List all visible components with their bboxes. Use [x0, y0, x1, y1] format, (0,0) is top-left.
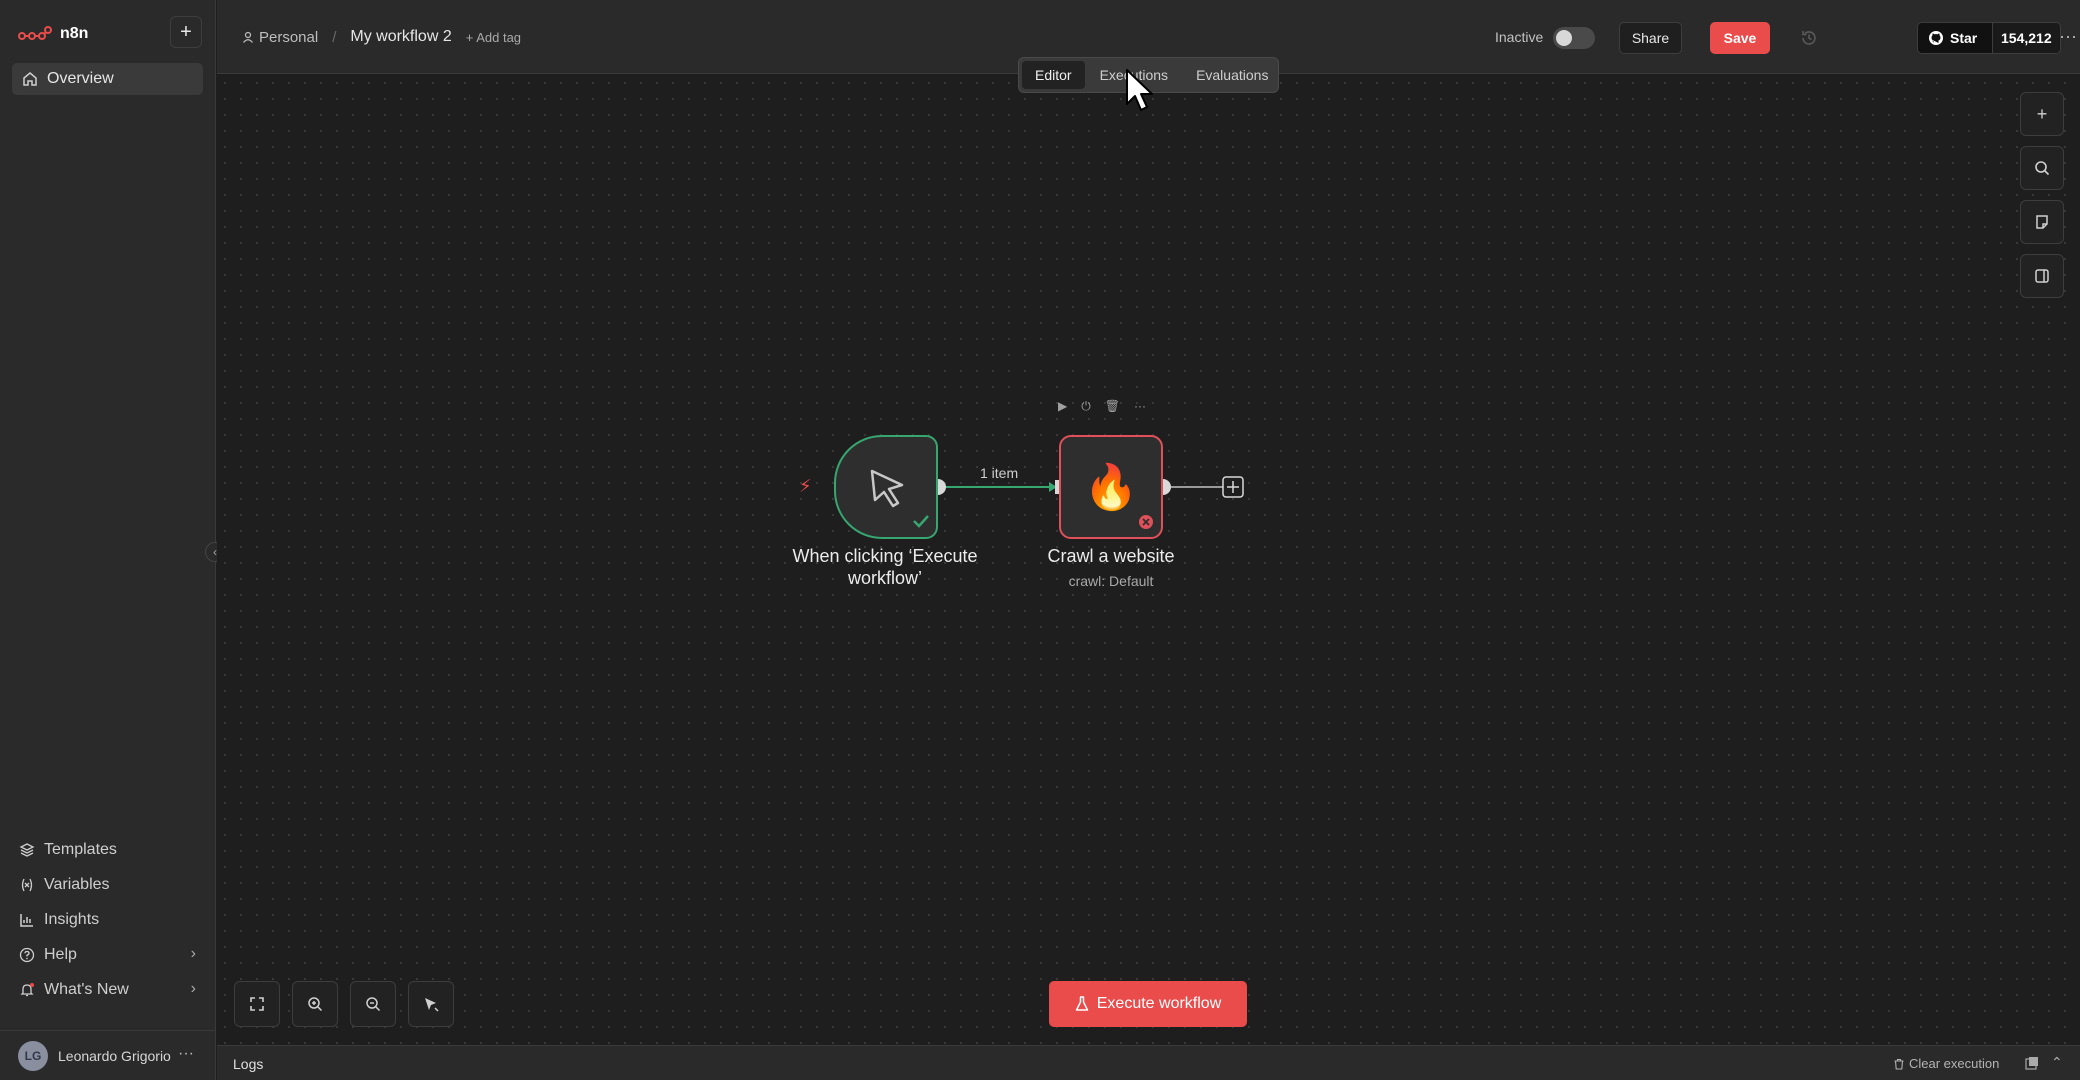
trash-icon: [1894, 1058, 1904, 1070]
more-horizontal-icon[interactable]: ···: [2059, 26, 2077, 47]
share-button[interactable]: Share: [1619, 22, 1682, 54]
avatar: LG: [18, 1040, 48, 1071]
tidy-up-button[interactable]: [408, 981, 454, 1027]
execute-workflow-label: Execute workflow: [1096, 995, 1222, 1012]
templates-icon: [19, 842, 35, 857]
chevron-right-icon: ›: [190, 945, 196, 962]
breadcrumb-separator: /: [332, 28, 337, 46]
add-node-button[interactable]: +: [2020, 92, 2064, 136]
sidebar-item-overview[interactable]: Overview: [12, 63, 203, 95]
zoom-out-button[interactable]: [350, 981, 396, 1027]
node-crawl-website[interactable]: 🔥: [1059, 435, 1163, 539]
sidebar-item-templates[interactable]: Templates: [12, 832, 202, 867]
save-button[interactable]: Save: [1710, 22, 1770, 54]
sidebar-item-label: Help: [44, 945, 77, 963]
breadcrumb: Personal / My workflow 2 + Add tag: [242, 28, 521, 46]
sidebar-item-label: Variables: [44, 875, 110, 893]
mouse-cursor-icon: [1126, 69, 1153, 111]
project-link[interactable]: Personal: [242, 29, 318, 46]
flask-icon: [1075, 996, 1088, 1011]
more-horizontal-icon[interactable]: ···: [178, 1045, 194, 1063]
home-icon: [23, 72, 37, 86]
logs-panel[interactable]: Logs Clear execution ⌃: [217, 1045, 2080, 1080]
pop-out-icon[interactable]: [2025, 1056, 2039, 1070]
logo[interactable]: n8n: [18, 22, 88, 46]
sidebar-item-help[interactable]: Help ›: [12, 937, 202, 972]
firecrawl-icon: 🔥: [1083, 463, 1139, 512]
project-name: Personal: [259, 28, 319, 46]
power-icon[interactable]: ⏻: [1081, 399, 1091, 414]
create-button[interactable]: +: [170, 16, 202, 48]
zoom-to-fit-button[interactable]: [234, 981, 280, 1027]
search-nodes-button[interactable]: [2020, 146, 2064, 190]
zoom-in-icon: [308, 997, 323, 1012]
chevron-up-icon[interactable]: ⌃: [2051, 1054, 2063, 1071]
plus-icon: +: [180, 20, 192, 43]
node-toolbar: ▶ ⏻ 🗑 ···: [1058, 399, 1146, 414]
logs-label: Logs: [233, 1056, 264, 1072]
sidebar-item-insights[interactable]: Insights: [12, 902, 202, 937]
clear-execution-label: Clear execution: [1909, 1056, 2000, 1071]
sidebar-item-label: Overview: [47, 70, 114, 87]
sidebar: n8n + Overview Templates Variables Insig…: [0, 0, 216, 1080]
github-star: Star: [1918, 23, 1992, 53]
node-label: When clicking ‘Execute workflow’: [792, 546, 978, 588]
variables-icon: [21, 878, 33, 891]
search-icon: [2035, 161, 2050, 176]
tab-evaluations[interactable]: Evaluations: [1183, 61, 1281, 89]
sidebar-bottom-nav: Templates Variables Insights Help › What…: [12, 832, 202, 1007]
sticky-note-icon: [2036, 215, 2048, 229]
user-menu[interactable]: LG Leonardo Grigorio ···: [0, 1030, 216, 1080]
github-star-button[interactable]: Star 154,212: [1917, 22, 2061, 54]
node-label: Crawl a website: [1047, 546, 1175, 566]
tab-editor[interactable]: Editor: [1022, 61, 1085, 89]
workflow-name[interactable]: My workflow 2: [350, 28, 451, 46]
insights-icon: [20, 913, 33, 927]
play-icon[interactable]: ▶: [1058, 399, 1067, 414]
node-manual-trigger[interactable]: [834, 435, 938, 539]
activation-status-label: Inactive: [1495, 29, 1544, 45]
toggle-panel-button[interactable]: [2020, 254, 2064, 298]
github-star-label: Star: [1950, 30, 1978, 46]
error-icon: [1139, 515, 1153, 529]
add-tag-button[interactable]: + Add tag: [466, 30, 521, 45]
sidebar-item-variables[interactable]: Variables: [12, 867, 202, 902]
help-icon: [19, 947, 35, 962]
n8n-logo-icon: [18, 26, 52, 40]
logo-text: n8n: [60, 25, 89, 42]
bell-icon: [20, 982, 34, 996]
fullscreen-icon: [250, 997, 264, 1011]
check-icon: [913, 515, 929, 528]
plus-icon: +: [2036, 103, 2048, 124]
add-sticky-note-button[interactable]: [2020, 200, 2064, 244]
node-subtitle: crawl: Default: [1068, 573, 1154, 589]
chevron-right-icon: ›: [190, 980, 196, 997]
user-name: Leonardo Grigorio: [58, 1047, 171, 1064]
zoom-in-button[interactable]: [292, 981, 338, 1027]
sidebar-item-whats-new[interactable]: What's New ›: [12, 972, 202, 1007]
panel-icon: [2035, 269, 2049, 283]
connection-label: 1 item: [980, 465, 1019, 481]
github-star-count: 154,212: [1992, 23, 2060, 53]
history-icon[interactable]: [1799, 28, 1819, 48]
github-icon: [1929, 31, 1943, 45]
activation-toggle[interactable]: [1553, 27, 1595, 49]
zoom-out-icon: [366, 997, 381, 1012]
wand-icon: [425, 998, 439, 1012]
execute-workflow-button[interactable]: Execute workflow: [1049, 981, 1247, 1027]
sidebar-item-label: Templates: [44, 840, 117, 858]
more-horizontal-icon[interactable]: ···: [1134, 399, 1146, 414]
sidebar-item-label: What's New: [44, 980, 129, 998]
user-icon: [243, 31, 253, 43]
lightning-icon: ⚡: [799, 476, 812, 496]
sidebar-item-label: Insights: [44, 910, 100, 928]
trash-icon[interactable]: 🗑: [1105, 399, 1120, 414]
pointer-icon: [870, 469, 929, 528]
clear-execution-button[interactable]: Clear execution: [1893, 1056, 1999, 1071]
